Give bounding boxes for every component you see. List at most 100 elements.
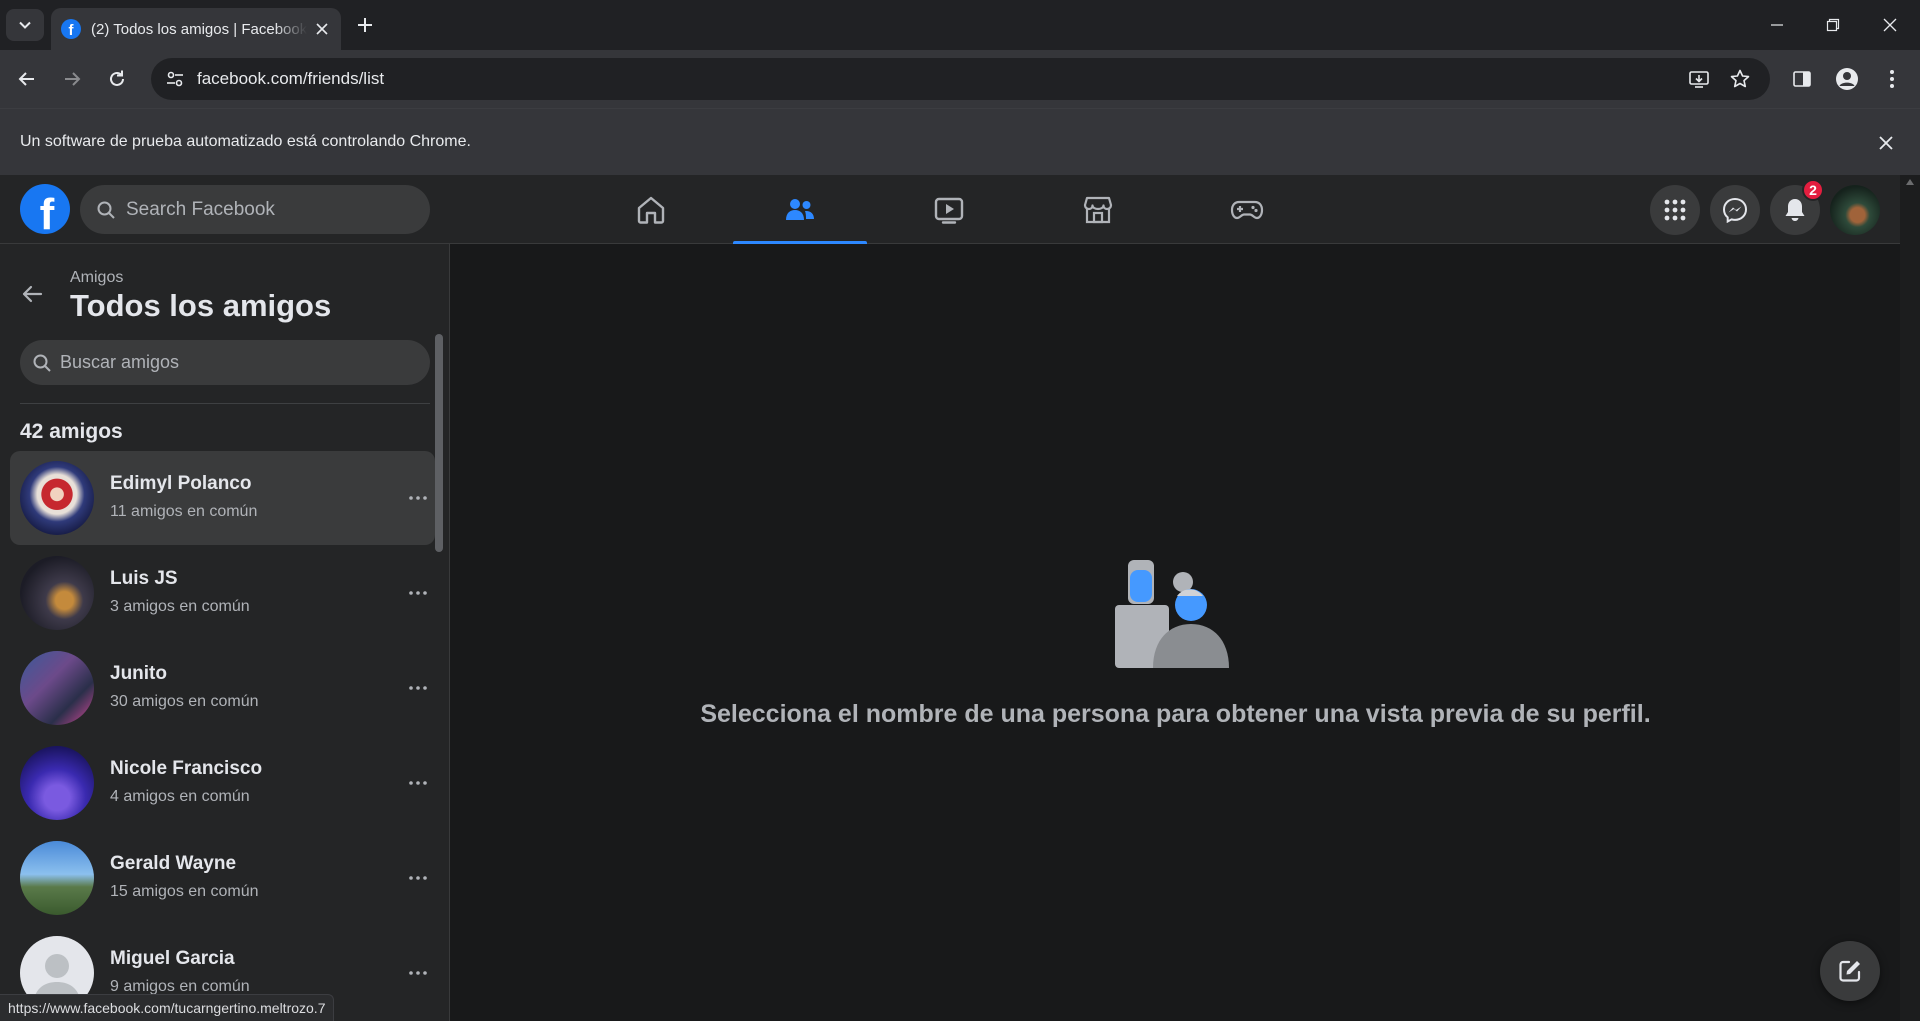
reload-button[interactable] [102, 64, 132, 94]
minimize-icon [1771, 24, 1783, 26]
nav-friends[interactable] [733, 175, 867, 245]
mutual-friends: 3 amigos en común [110, 598, 250, 615]
gaming-icon [1230, 200, 1264, 219]
back-button[interactable] [12, 64, 42, 94]
browser-tab[interactable]: f (2) Todos los amigos | Facebook [51, 8, 341, 50]
infobar-message: Un software de prueba automatizado está … [20, 133, 471, 150]
new-tab-button[interactable] [354, 14, 376, 36]
install-app-icon[interactable] [1687, 67, 1711, 91]
bookmark-star-icon[interactable] [1728, 67, 1752, 91]
arrow-left-icon [22, 285, 43, 303]
browser-toolbar: facebook.com/friends/list [0, 50, 1920, 108]
friend-name: Luis JS [110, 568, 178, 589]
more-options-button[interactable] [404, 484, 432, 512]
messenger-button[interactable] [1710, 185, 1760, 235]
friends-icon [786, 198, 814, 220]
more-options-button[interactable] [404, 959, 432, 987]
nav-gaming[interactable] [1180, 175, 1314, 244]
friend-name: Miguel Garcia [110, 948, 235, 969]
friend-name: Edimyl Polanco [110, 473, 252, 494]
grid-menu-icon [1664, 199, 1686, 221]
avatar [20, 746, 94, 820]
ellipsis-icon [409, 781, 427, 785]
restore-button[interactable] [1820, 12, 1846, 38]
friends-illustration-icon [1115, 560, 1229, 668]
sidebar-scrollbar[interactable] [435, 334, 443, 552]
friend-row[interactable]: Nicole Francisco 4 amigos en común [10, 736, 435, 830]
infobar-close-icon[interactable] [1874, 131, 1898, 155]
friend-row[interactable]: Edimyl Polanco 11 amigos en común [10, 451, 435, 545]
home-icon [637, 196, 665, 224]
avatar [20, 461, 94, 535]
avatar [20, 651, 94, 725]
tab-title: (2) Todos los amigos | Facebook [91, 20, 307, 38]
account-avatar[interactable] [1830, 185, 1880, 235]
restore-icon [1826, 18, 1840, 32]
more-options-button[interactable] [404, 579, 432, 607]
close-icon [1883, 18, 1897, 32]
divider [20, 403, 430, 404]
avatar [20, 556, 94, 630]
tab-search-button[interactable] [6, 9, 44, 41]
marketplace-icon [1083, 196, 1113, 223]
browser-tab-strip: f (2) Todos los amigos | Facebook [0, 0, 1920, 50]
arrow-left-icon [18, 72, 34, 86]
mutual-friends: 4 amigos en común [110, 788, 250, 805]
nav-home[interactable] [584, 175, 718, 244]
page-title: Todos los amigos [70, 288, 332, 323]
friend-name: Nicole Francisco [110, 758, 263, 779]
facebook-search-input[interactable]: Search Facebook [80, 185, 430, 234]
menu-button[interactable] [1650, 185, 1700, 235]
friend-row[interactable]: Junito 30 amigos en común [10, 641, 435, 735]
minimize-button[interactable] [1764, 12, 1790, 38]
page-scrollbar[interactable] [1900, 175, 1920, 1021]
friend-count: 42 amigos [20, 420, 123, 443]
automation-infobar: Un software de prueba automatizado está … [0, 108, 1920, 175]
url-text[interactable]: facebook.com/friends/list [197, 69, 384, 89]
plus-icon [358, 18, 372, 32]
address-bar[interactable]: facebook.com/friends/list [151, 58, 1770, 100]
site-settings-icon[interactable] [163, 67, 187, 91]
avatar [20, 841, 94, 915]
forward-button[interactable] [57, 64, 87, 94]
friend-row[interactable]: Gerald Wayne 15 amigos en común [10, 831, 435, 925]
friend-search-placeholder: Buscar amigos [60, 352, 180, 372]
bell-icon [1785, 199, 1805, 221]
friend-name: Gerald Wayne [110, 853, 237, 874]
scroll-up-icon[interactable] [1906, 179, 1914, 185]
notification-badge: 2 [1802, 179, 1824, 201]
mutual-friends: 11 amigos en común [110, 503, 258, 520]
more-options-button[interactable] [404, 769, 432, 797]
breadcrumb[interactable]: Amigos [70, 269, 123, 287]
kebab-menu-icon [1890, 70, 1894, 88]
chevron-down-icon [19, 21, 31, 29]
facebook-logo[interactable]: f [20, 184, 70, 234]
link-status-bar: https://www.facebook.com/tucarngertino.m… [0, 994, 335, 1021]
ellipsis-icon [409, 591, 427, 595]
notifications-button[interactable]: 2 [1770, 179, 1824, 235]
empty-state-message: Selecciona el nombre de una persona para… [700, 700, 1651, 728]
more-options-button[interactable] [404, 674, 432, 702]
nav-marketplace[interactable] [1031, 175, 1165, 244]
facebook-header: f Search Facebook 2 [0, 175, 1900, 245]
new-message-button[interactable] [1820, 941, 1880, 1001]
watch-icon [934, 197, 964, 224]
friend-row[interactable]: Luis JS 3 amigos en común [10, 546, 435, 640]
ellipsis-icon [409, 496, 427, 500]
search-placeholder: Search Facebook [126, 198, 275, 220]
close-window-button[interactable] [1877, 12, 1903, 38]
search-icon [97, 201, 115, 219]
friend-search-input[interactable]: Buscar amigos [20, 340, 430, 385]
facebook-favicon-icon: f [61, 19, 81, 39]
browser-menu-button[interactable] [1877, 64, 1907, 94]
friends-sidebar: Amigos Todos los amigos Buscar amigos 42… [0, 244, 450, 1021]
messenger-icon [1722, 197, 1748, 223]
more-options-button[interactable] [404, 864, 432, 892]
profile-button[interactable] [1832, 64, 1862, 94]
side-panel-button[interactable] [1787, 64, 1817, 94]
tab-close-icon[interactable] [313, 20, 331, 38]
back-arrow-button[interactable] [16, 278, 48, 310]
nav-watch[interactable] [882, 175, 1016, 244]
compose-icon [1839, 960, 1861, 982]
ellipsis-icon [409, 876, 427, 880]
